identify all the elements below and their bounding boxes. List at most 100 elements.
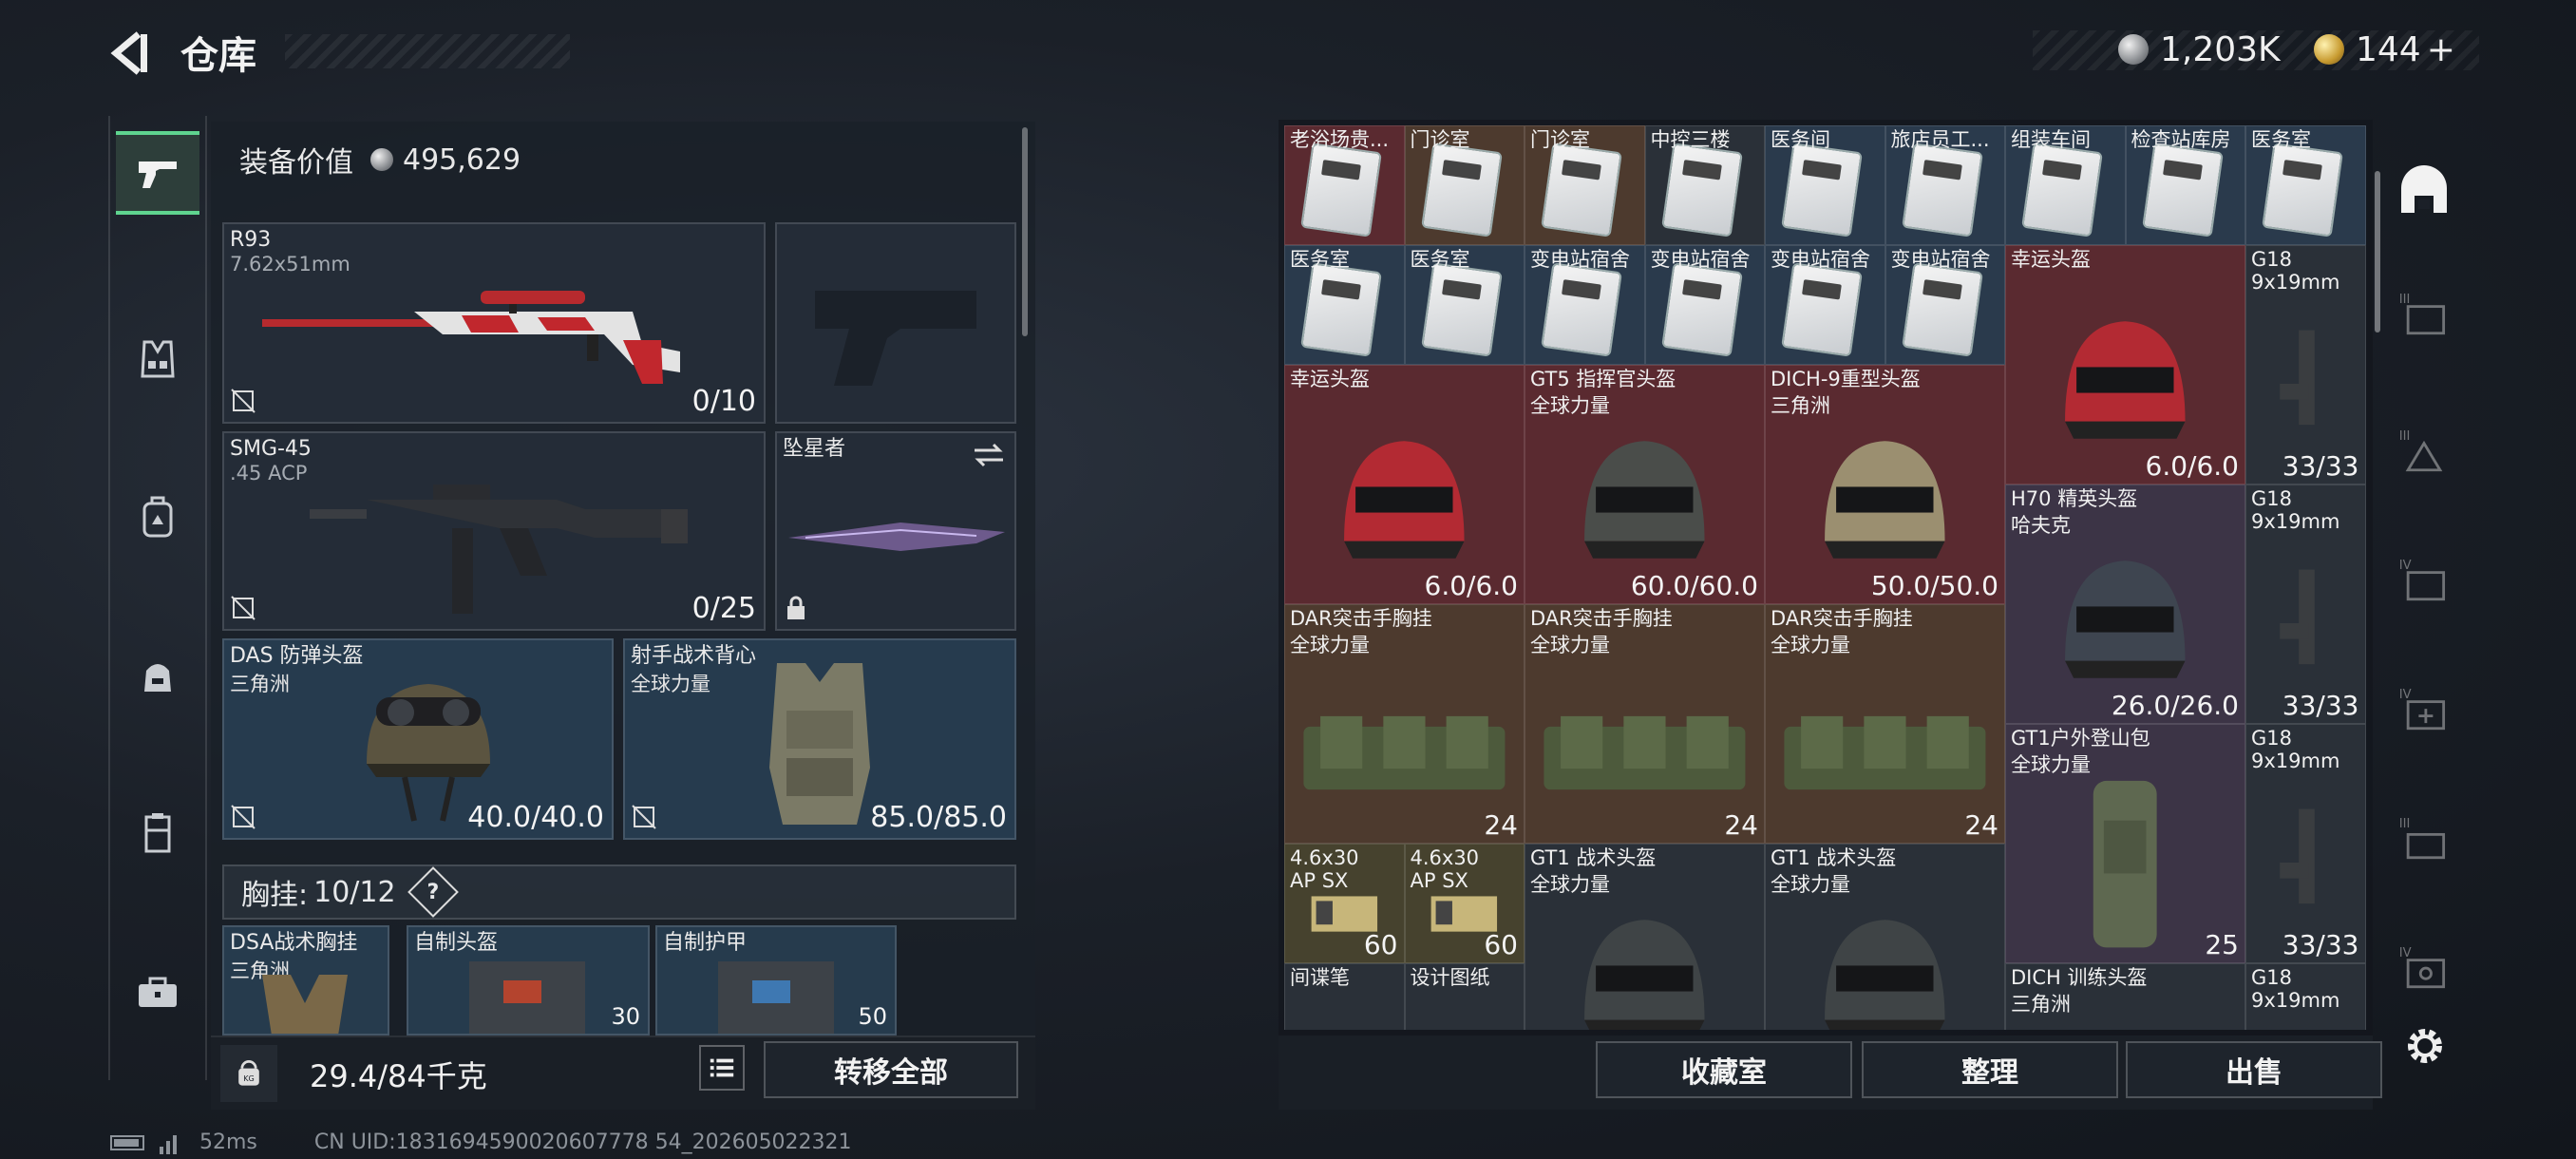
stash-tab-3[interactable]: III: [2390, 281, 2458, 350]
tab-backpacks[interactable]: [116, 475, 199, 559]
help-icon[interactable]: ?: [407, 866, 459, 918]
stash-tab-4-medical[interactable]: IV: [2390, 676, 2458, 745]
secondary-weapon-slot[interactable]: SMG-45 .45 ACP 0/25: [222, 431, 766, 631]
keycard-item[interactable]: 变电站宿舍: [1765, 245, 1885, 365]
helmet-icon: [1584, 920, 1705, 1030]
g18-pistol[interactable]: G189x19mm33/33: [2245, 963, 2366, 1030]
keycard-item[interactable]: 门诊室: [1404, 125, 1525, 245]
list-view-button[interactable]: [699, 1045, 745, 1091]
ping: 52ms: [199, 1130, 257, 1154]
lucky-helmet[interactable]: 幸运头盔 6.0/6.0: [2005, 245, 2245, 484]
misc-item[interactable]: 设计图纸: [1404, 963, 1525, 1030]
keycard-item[interactable]: 检查站库房: [2125, 125, 2245, 245]
helmet-icon: [1584, 441, 1705, 559]
pistol-slot[interactable]: [775, 222, 1016, 424]
ammo-stack[interactable]: 4.6x30 AP SX 60: [1404, 844, 1525, 963]
primary-weapon-slot[interactable]: R93 7.62x51mm 0/10: [222, 222, 766, 424]
keycard-item[interactable]: 变电站宿舍: [1644, 245, 1765, 365]
keycard-item[interactable]: 旅店员工...: [1885, 125, 2005, 245]
stash-scrollbar[interactable]: [2375, 171, 2380, 332]
kettlebell-icon: KG: [238, 1060, 259, 1086]
helmet-icon: [2065, 321, 2186, 439]
tab-toolbox[interactable]: [116, 950, 199, 1034]
item-sub: 全球力量: [1530, 873, 1610, 896]
collection-room-button[interactable]: 收藏室: [1596, 1041, 1852, 1098]
stash-tab-4[interactable]: IV: [2390, 547, 2458, 616]
keycard-item[interactable]: 医务室: [1284, 245, 1405, 365]
title-decoration: [285, 34, 570, 68]
chest-rig-icon: [1303, 715, 1506, 790]
stash-tab-4-key[interactable]: IV: [2390, 935, 2458, 1003]
inner-item-armor[interactable]: 自制护甲 50: [655, 925, 897, 1036]
back-button[interactable]: [106, 28, 156, 78]
tab-vests[interactable]: [116, 317, 199, 401]
item-name: DSA战术胸挂: [230, 931, 358, 955]
loadout-scrollbar[interactable]: [1022, 127, 1028, 336]
helmet-icon: [1825, 441, 1945, 559]
inner-item-chest-rig[interactable]: DSA战术胸挂 三角洲: [222, 925, 389, 1036]
item-sub: 全球力量: [1771, 873, 1850, 896]
backpack-icon: [2093, 780, 2157, 948]
keycard-item[interactable]: 组装车间: [2005, 125, 2126, 245]
tab-weapons[interactable]: [116, 131, 199, 215]
g18-pistol[interactable]: G189x19mm33/33: [2245, 245, 2366, 484]
keycard-item[interactable]: 门诊室: [1525, 125, 1645, 245]
item-name: 门诊室: [1530, 128, 1590, 151]
dar-chest-rig[interactable]: DAR突击手胸挂 全球力量 24: [1284, 604, 1525, 844]
gold-coin-icon: [2314, 34, 2344, 65]
keycard-item[interactable]: 老浴场贵...: [1284, 125, 1405, 245]
tab-bags[interactable]: [116, 635, 199, 718]
g18-pistol[interactable]: G189x19mm33/33: [2245, 484, 2366, 724]
gold-currency[interactable]: 144 +: [2314, 25, 2455, 74]
status-footer: 52ms CN UID:1831694590020607778 54_20260…: [110, 1130, 852, 1154]
durability: 85.0/85.0: [870, 801, 1007, 834]
insurance-off-icon: [231, 805, 256, 829]
keycard-icon: [1660, 262, 1743, 357]
gt1-backpack[interactable]: GT1户外登山包 全球力量 25: [2005, 724, 2245, 963]
dar-chest-rig[interactable]: DAR突击手胸挂 全球力量 24: [1765, 604, 2005, 844]
signal-icon: [160, 1134, 177, 1154]
melee-slot[interactable]: 坠星者: [775, 431, 1016, 631]
dar-chest-rig[interactable]: DAR突击手胸挂 全球力量 24: [1525, 604, 1765, 844]
ammo-stack[interactable]: 4.6x30 AP SX 60: [1284, 844, 1405, 963]
dich9-helmet[interactable]: DICH-9重型头盔 三角洲 50.0/50.0: [1765, 365, 2005, 604]
swap-icon[interactable]: [971, 439, 1007, 471]
keycard-item[interactable]: 医务室: [2245, 125, 2366, 245]
tab-cases[interactable]: [116, 790, 199, 874]
item-name: GT1 战术头盔: [1530, 846, 1657, 869]
stash-tab-3b[interactable]: III: [2390, 418, 2458, 486]
lucky-helmet[interactable]: 幸运头盔 6.0/6.0: [1284, 365, 1525, 604]
h70-helmet[interactable]: H70 精英头盔 哈夫克 26.0/26.0: [2005, 484, 2245, 724]
helmet-name: DAS 防弹头盔: [230, 644, 364, 668]
item-name: H70 精英头盔: [2011, 487, 2138, 510]
item-value: 30: [611, 1003, 640, 1030]
keycard-item[interactable]: 变电站宿舍: [1885, 245, 2005, 365]
stash-tab-all[interactable]: [2390, 158, 2458, 226]
keycard-item[interactable]: 变电站宿舍: [1525, 245, 1645, 365]
item-value: 24: [1964, 809, 1998, 841]
armor-name: 射手战术背心: [631, 644, 757, 668]
equipment-value: 装备价值 495,629: [239, 139, 521, 180]
g18-pistol[interactable]: G189x19mm33/33: [2245, 724, 2366, 963]
item-name: G18: [2251, 487, 2292, 510]
item-name: 幸运头盔: [1290, 368, 1370, 390]
keycard-item[interactable]: 中控三楼: [1644, 125, 1765, 245]
gt1-helmet[interactable]: GT1 战术头盔 全球力量: [1525, 844, 1765, 1030]
settings-button[interactable]: [2399, 1020, 2451, 1072]
organize-button[interactable]: 整理: [1862, 1041, 2118, 1098]
armor-slot[interactable]: 射手战术背心 全球力量 85.0/85.0: [623, 638, 1016, 840]
add-gold-icon[interactable]: +: [2427, 30, 2455, 69]
item-name: 医务室: [1290, 248, 1350, 271]
transfer-all-button[interactable]: 转移全部: [764, 1041, 1018, 1098]
helmet-slot[interactable]: DAS 防弹头盔 三角洲 40.0/40.0: [222, 638, 614, 840]
inner-item-helmet[interactable]: 自制头盔 30: [407, 925, 650, 1036]
misc-item[interactable]: 间谍笔: [1284, 963, 1405, 1030]
gt5-helmet[interactable]: GT5 指挥官头盔 全球力量 60.0/60.0: [1525, 365, 1765, 604]
keycard-item[interactable]: 医务间: [1765, 125, 1885, 245]
keycard-item[interactable]: 医务室: [1404, 245, 1525, 365]
item-name: 间谍笔: [1290, 966, 1350, 989]
gt1-helmet[interactable]: GT1 战术头盔 全球力量: [1765, 844, 2005, 1030]
dich-training-helmet[interactable]: DICH 训练头盔 三角洲: [2005, 963, 2245, 1030]
stash-tab-3-tools[interactable]: III: [2390, 806, 2458, 874]
sell-button[interactable]: 出售: [2126, 1041, 2382, 1098]
